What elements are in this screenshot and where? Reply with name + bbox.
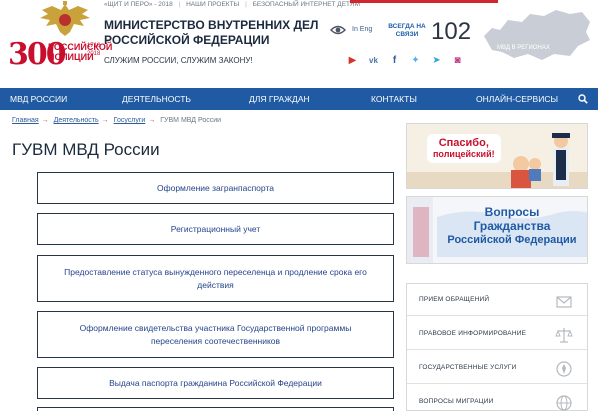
service-button-registration[interactable]: Регистрационный учет — [37, 213, 394, 245]
breadcrumb-home[interactable]: Главная — [12, 117, 39, 124]
regions-label[interactable]: МВД В РЕГИОНАХ — [497, 45, 550, 51]
breadcrumb-gosuslugi[interactable]: Госуслуги — [114, 117, 146, 124]
main-nav: МВД РОССИИ ДЕЯТЕЛЬНОСТЬ ДЛЯ ГРАЖДАН КОНТ… — [0, 88, 598, 110]
nav-item-activity[interactable]: ДЕЯТЕЛЬНОСТЬ — [122, 88, 191, 110]
sidebar-services: ПРИЕМ ОБРАЩЕНИЙ ПРАВОВОЕ ИНФОРМИРОВАНИЕ … — [406, 283, 588, 411]
twitter-icon[interactable]: ✦ — [409, 55, 422, 66]
english-version-link[interactable]: In Eng — [352, 26, 372, 33]
sidebar-item-label: ВОПРОСЫ МИГРАЦИИ — [419, 398, 494, 405]
youtube-icon[interactable]: ▶ — [346, 55, 359, 66]
questions-line2: Гражданства — [473, 219, 551, 233]
service-label: Регистрационный учет — [170, 223, 261, 234]
service-label: Оформление загранпаспорта — [157, 182, 274, 193]
citizenship-text: Вопросы Гражданства Российской Федерации — [437, 205, 587, 247]
scales-icon — [555, 328, 573, 343]
nav-item-online-services[interactable]: ОНЛАЙН-СЕРВИСЫ — [476, 88, 558, 110]
ministry-title[interactable]: МИНИСТЕРСТВО ВНУТРЕННИХ ДЕЛ РОССИЙСКОЙ Ф… — [104, 18, 334, 48]
thanks-bubble: Спасибо, полицейский! — [427, 134, 501, 163]
sidebar-item-appeals[interactable]: ПРИЕМ ОБРАЩЕНИЙ — [407, 286, 587, 316]
service-button-resettlement-program[interactable]: Оформление свидетельства участника Госуд… — [37, 311, 394, 358]
service-button-forced-migrant[interactable]: Предоставление статуса вынужденного пере… — [37, 255, 394, 302]
search-icon[interactable] — [578, 94, 588, 104]
top-link-safe-internet[interactable]: БЕЗОПАСНЫЙ ИНТЕРНЕТ ДЕТЯМ — [253, 1, 360, 8]
thanks-line2: полицейский! — [433, 149, 495, 159]
anniversary-years: 1718 2018 — [87, 43, 101, 57]
sidebar-item-migration[interactable]: ВОПРОСЫ МИГРАЦИИ — [407, 388, 587, 411]
slogan: СЛУЖИМ РОССИИ, СЛУЖИМ ЗАКОНУ! — [104, 56, 253, 65]
questions-line3: Российской Федерации — [447, 234, 577, 246]
nav-item-mvd[interactable]: МВД РОССИИ — [10, 88, 67, 110]
breadcrumb-current: ГУВМ МВД России — [160, 117, 222, 124]
breadcrumb: Главная → Деятельность → Госуслуги → ГУВМ М… — [12, 117, 222, 124]
page: 300 РОССИЙСКОЙ ПОЛИЦИИ 1718 2018 «ЩИТ И … — [0, 0, 598, 411]
citizenship-questions-banner[interactable]: Вопросы Гражданства Российской Федерации — [406, 196, 588, 264]
nav-item-citizens[interactable]: ДЛЯ ГРАЖДАН — [249, 88, 310, 110]
vk-icon[interactable]: vk — [367, 55, 380, 66]
top-link-projects[interactable]: НАШИ ПРОЕКТЫ — [186, 1, 239, 8]
site-header: 300 РОССИЙСКОЙ ПОЛИЦИИ 1718 2018 «ЩИТ И … — [0, 0, 598, 88]
service-button-next[interactable] — [37, 407, 394, 411]
russia-map-icon[interactable] — [478, 6, 593, 64]
service-label: Оформление свидетельства участника Госуд… — [79, 322, 352, 346]
top-link-shield[interactable]: «ЩИТ И ПЕРО» - 2018 — [104, 1, 173, 8]
questions-line1: Вопросы — [484, 205, 540, 219]
double-headed-eagle-emblem[interactable] — [34, 0, 96, 40]
hotline-caption: ВСЕГДА НА СВЯЗИ — [388, 23, 426, 38]
thanks-line1: Спасибо, — [438, 137, 489, 149]
page-title: ГУВМ МВД России — [12, 140, 160, 159]
emblem-icon — [556, 361, 572, 377]
top-links: «ЩИТ И ПЕРО» - 2018 | НАШИ ПРОЕКТЫ | БЕЗ… — [104, 1, 360, 8]
nav-item-contacts[interactable]: КОНТАКТЫ — [371, 88, 417, 110]
service-button-rf-passport[interactable]: Выдача паспорта гражданина Российской Фе… — [37, 367, 394, 399]
facebook-icon[interactable]: f — [388, 55, 401, 66]
police-300-years-logo[interactable]: 300 РОССИЙСКОЙ ПОЛИЦИИ 1718 2018 — [8, 38, 112, 72]
envelope-icon — [556, 296, 572, 308]
service-button-passport-abroad[interactable]: Оформление загранпаспорта — [37, 172, 394, 204]
hotline-number[interactable]: 102 — [431, 18, 471, 46]
telegram-icon[interactable]: ➤ — [430, 55, 443, 66]
globe-icon — [556, 395, 572, 411]
service-label: Предоставление статуса вынужденного пере… — [64, 266, 367, 290]
eye-icon[interactable] — [330, 24, 346, 36]
instagram-icon[interactable]: ◙ — [451, 55, 464, 66]
service-label: Выдача паспорта гражданина Российской Фе… — [109, 377, 322, 388]
breadcrumb-activity[interactable]: Деятельность — [54, 117, 99, 124]
sidebar-item-legal-info[interactable]: ПРАВОВОЕ ИНФОРМИРОВАНИЕ — [407, 320, 587, 350]
sidebar-item-label: ПРАВОВОЕ ИНФОРМИРОВАНИЕ — [419, 330, 527, 337]
thanks-police-banner[interactable]: Спасибо, полицейский! — [406, 123, 588, 189]
sidebar-item-label: ГОСУДАРСТВЕННЫЕ УСЛУГИ — [419, 364, 517, 371]
social-links: ▶ vk f ✦ ➤ ◙ — [346, 55, 464, 66]
header-accent-line — [350, 0, 498, 3]
sidebar-item-label: ПРИЕМ ОБРАЩЕНИЙ — [419, 296, 490, 303]
sidebar-item-gov-services[interactable]: ГОСУДАРСТВЕННЫЕ УСЛУГИ — [407, 354, 587, 384]
